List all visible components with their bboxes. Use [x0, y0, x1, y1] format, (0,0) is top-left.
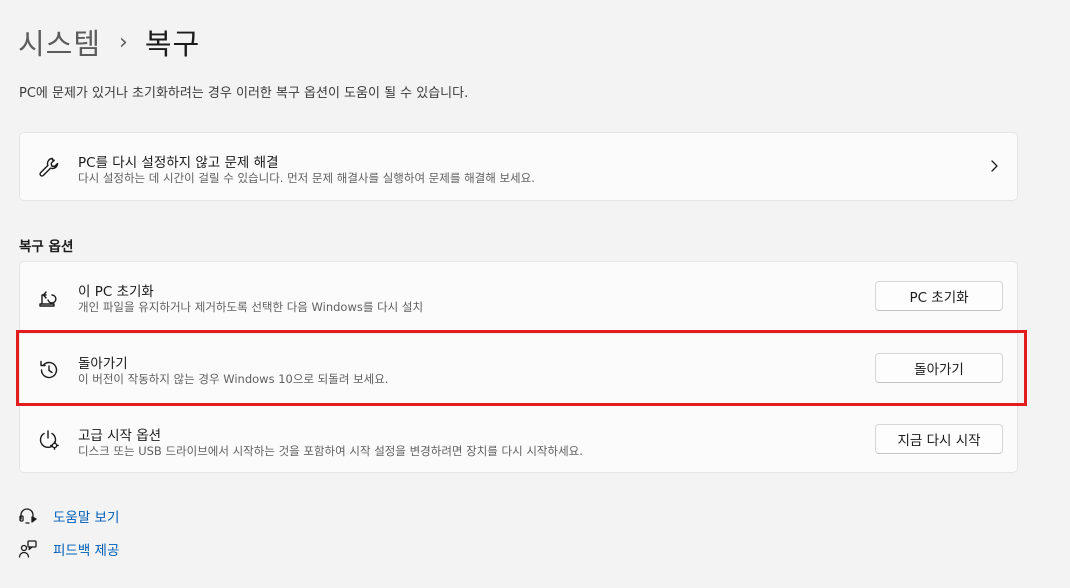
reset-pc-icon	[37, 286, 61, 310]
troubleshoot-title: PC를 다시 설정하지 않고 문제 해결	[78, 155, 279, 171]
history-icon	[37, 358, 61, 382]
restart-now-button[interactable]: 지금 다시 시작	[875, 424, 1003, 454]
troubleshoot-row[interactable]: PC를 다시 설정하지 않고 문제 해결 다시 설정하는 데 시간이 걸릴 수 …	[20, 133, 1019, 200]
give-feedback-label: 피드백 제공	[53, 543, 120, 559]
page-description: PC에 문제가 있거나 초기화하려는 경우 이러한 복구 옵션이 도움이 될 수…	[19, 86, 469, 101]
go-back-title: 돌아가기	[78, 356, 128, 372]
go-back-subtitle: 이 버전이 작동하지 않는 경우 Windows 10으로 되돌려 보세요.	[78, 372, 389, 386]
breadcrumb: 시스템 › 복구	[18, 22, 200, 62]
advanced-startup-subtitle: 디스크 또는 USB 드라이브에서 시작하는 것을 포함하여 시작 설정을 변경…	[78, 444, 583, 458]
give-feedback-link[interactable]: 피드백 제공	[18, 538, 119, 560]
wrench-icon	[37, 155, 61, 179]
page-title: 복구	[144, 27, 201, 61]
breadcrumb-separator: ›	[119, 29, 129, 55]
reset-pc-row: 이 PC 초기화 개인 파일을 유지하거나 제거하도록 선택한 다음 Windo…	[20, 262, 1019, 334]
advanced-startup-row: 고급 시작 옵션 디스크 또는 USB 드라이브에서 시작하는 것을 포함하여 …	[20, 406, 1019, 472]
reset-pc-title: 이 PC 초기화	[78, 284, 154, 300]
troubleshoot-subtitle: 다시 설정하는 데 시간이 걸릴 수 있습니다. 먼저 문제 해결사를 실행하여…	[78, 171, 535, 185]
reset-pc-subtitle: 개인 파일을 유지하거나 제거하도록 선택한 다음 Windows를 다시 설치	[78, 300, 424, 314]
help-icon	[18, 506, 38, 526]
troubleshoot-card[interactable]: PC를 다시 설정하지 않고 문제 해결 다시 설정하는 데 시간이 걸릴 수 …	[19, 132, 1018, 201]
chevron-right-icon	[987, 158, 1001, 174]
recovery-options-card: 이 PC 초기화 개인 파일을 유지하거나 제거하도록 선택한 다음 Windo…	[19, 261, 1018, 473]
advanced-startup-icon	[37, 428, 61, 452]
advanced-startup-title: 고급 시작 옵션	[78, 428, 162, 444]
get-help-label: 도움말 보기	[53, 510, 120, 526]
reset-pc-button[interactable]: PC 초기화	[875, 281, 1003, 311]
go-back-row: 돌아가기 이 버전이 작동하지 않는 경우 Windows 10으로 되돌려 보…	[20, 334, 1019, 406]
feedback-icon	[18, 539, 38, 559]
recovery-settings-page: 시스템 › 복구 PC에 문제가 있거나 초기화하려는 경우 이러한 복구 옵션…	[0, 0, 1070, 588]
breadcrumb-parent-system[interactable]: 시스템	[18, 21, 101, 63]
go-back-button[interactable]: 돌아가기	[875, 353, 1003, 383]
get-help-link[interactable]: 도움말 보기	[18, 505, 119, 527]
recovery-options-heading: 복구 옵션	[19, 239, 74, 255]
